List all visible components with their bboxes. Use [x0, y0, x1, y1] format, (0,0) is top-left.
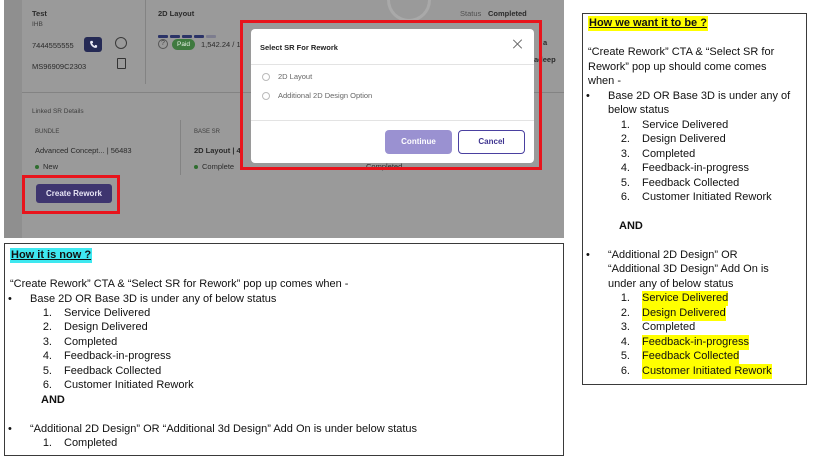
desired-behaviour-panel: How we want it to be ? “Create Rework” C…: [582, 13, 807, 385]
current-behaviour-panel: How it is now ? “Create Rework” CTA & “S…: [4, 243, 564, 456]
addon-status-item: Design Delivered: [642, 306, 726, 321]
paid-badge: Paid: [172, 39, 196, 50]
status-dot: [35, 165, 39, 170]
status-item: Feedback-in-progress: [64, 350, 171, 362]
list-number: 3.: [620, 148, 630, 160]
and-label: AND: [619, 220, 643, 232]
list-number: 2.: [42, 321, 52, 333]
status-item: Completed: [642, 148, 696, 160]
list-number: 5.: [620, 350, 630, 362]
list-number: 6.: [620, 365, 630, 377]
list-number: 4.: [42, 350, 52, 362]
bundle-status-text: New: [43, 162, 59, 171]
status-item: Service Delivered: [642, 119, 729, 131]
status-item: Completed: [64, 336, 118, 348]
status-value: Completed: [488, 9, 527, 18]
divider: [180, 120, 181, 175]
addon-status-item: Service Delivered: [642, 291, 729, 306]
list-number: 5.: [42, 365, 52, 377]
list-number: 1.: [620, 292, 630, 304]
app-screenshot: Test IHB 7444555555 MS96909C2303 2D Layo…: [4, 0, 564, 238]
and-label: AND: [41, 394, 65, 406]
status-dot: [194, 165, 198, 170]
bundle-status: New: [35, 162, 58, 171]
list-number: 6.: [620, 191, 630, 203]
base-value: 2D Layout | 4: [194, 146, 241, 155]
intro-text: “Create Rework” CTA & “Select SR for: [588, 46, 775, 58]
bullet-text: Base 2D OR Base 3D is under any of below…: [8, 292, 276, 307]
status-item: Feedback-in-progress: [642, 162, 749, 174]
whatsapp-icon[interactable]: [115, 37, 127, 49]
bullet-text: under any of below status: [608, 278, 734, 290]
panel-title: How we want it to be ?: [588, 16, 708, 31]
bullet-text: below status: [608, 104, 670, 116]
divider: [145, 0, 146, 84]
addon-status-item: Completed: [642, 321, 696, 333]
status-item: Feedback Collected: [64, 365, 162, 377]
highlight-modal: [240, 20, 542, 170]
status-label: Status: [460, 9, 482, 18]
intro-text: “Create Rework” CTA & “Select SR for Rew…: [10, 278, 349, 290]
partial-text: a: [543, 38, 548, 47]
addon-status-item: Customer Initiated Rework: [642, 364, 772, 379]
base-label: BASE SR: [194, 129, 221, 135]
list-number: 4.: [620, 336, 630, 348]
sr-type-title: 2D Layout: [158, 9, 195, 18]
bullet-text: “Additional 2D Design” OR “Additional 3d…: [8, 422, 417, 437]
intro-text: Rework” pop up should come comes: [588, 61, 767, 73]
list-number: 1.: [42, 307, 52, 319]
intro-text: when -: [588, 75, 622, 87]
bundle-label: BUNDLE: [35, 129, 60, 135]
bullet-text: Base 2D OR Base 3D is under any of: [586, 89, 790, 104]
customer-phone: 7444555555: [32, 41, 74, 50]
list-number: 1.: [42, 437, 52, 449]
status-item: Customer Initiated Rework: [642, 191, 772, 203]
status-item: Completed: [64, 437, 118, 449]
bullet-text: “Additional 2D Design” OR: [586, 248, 738, 263]
call-button[interactable]: [84, 37, 102, 52]
status-item: Customer Initiated Rework: [64, 379, 194, 391]
bullet-text: “Additional 3D Design” Add On is: [608, 263, 769, 275]
linked-heading: Linked SR Details: [32, 108, 84, 115]
list-number: 5.: [620, 177, 630, 189]
list-number: 3.: [42, 336, 52, 348]
base-status-text: Complete: [202, 162, 235, 171]
list-number: 1.: [620, 119, 630, 131]
bundle-value: Advanced Concept... | 56483: [35, 146, 132, 155]
list-number: 4.: [620, 162, 630, 174]
info-icon[interactable]: ?: [158, 39, 168, 49]
customer-id: MS96909C2303: [32, 62, 87, 71]
status-item: Design Delivered: [642, 133, 726, 145]
status-item: Feedback Collected: [642, 177, 740, 189]
list-number: 6.: [42, 379, 52, 391]
panel-title: How it is now ?: [10, 248, 93, 263]
list-number: 3.: [620, 321, 630, 333]
list-number: 2.: [620, 307, 630, 319]
customer-sub: IHB: [32, 21, 43, 28]
addon-status-item: Feedback-in-progress: [642, 335, 749, 350]
progress-ring: [387, 0, 431, 22]
copy-icon[interactable]: [117, 58, 126, 69]
status-item: Design Delivered: [64, 321, 148, 333]
highlight-create-rework: [22, 175, 120, 214]
base-status: Complete: [194, 162, 234, 171]
status-item: Service Delivered: [64, 307, 151, 319]
addon-status-item: Feedback Collected: [642, 349, 740, 364]
phone-icon: [89, 40, 97, 48]
sr-amount: 1,542.24 / 1: [201, 40, 241, 49]
list-number: 2.: [620, 133, 630, 145]
customer-name: Test: [32, 9, 47, 18]
